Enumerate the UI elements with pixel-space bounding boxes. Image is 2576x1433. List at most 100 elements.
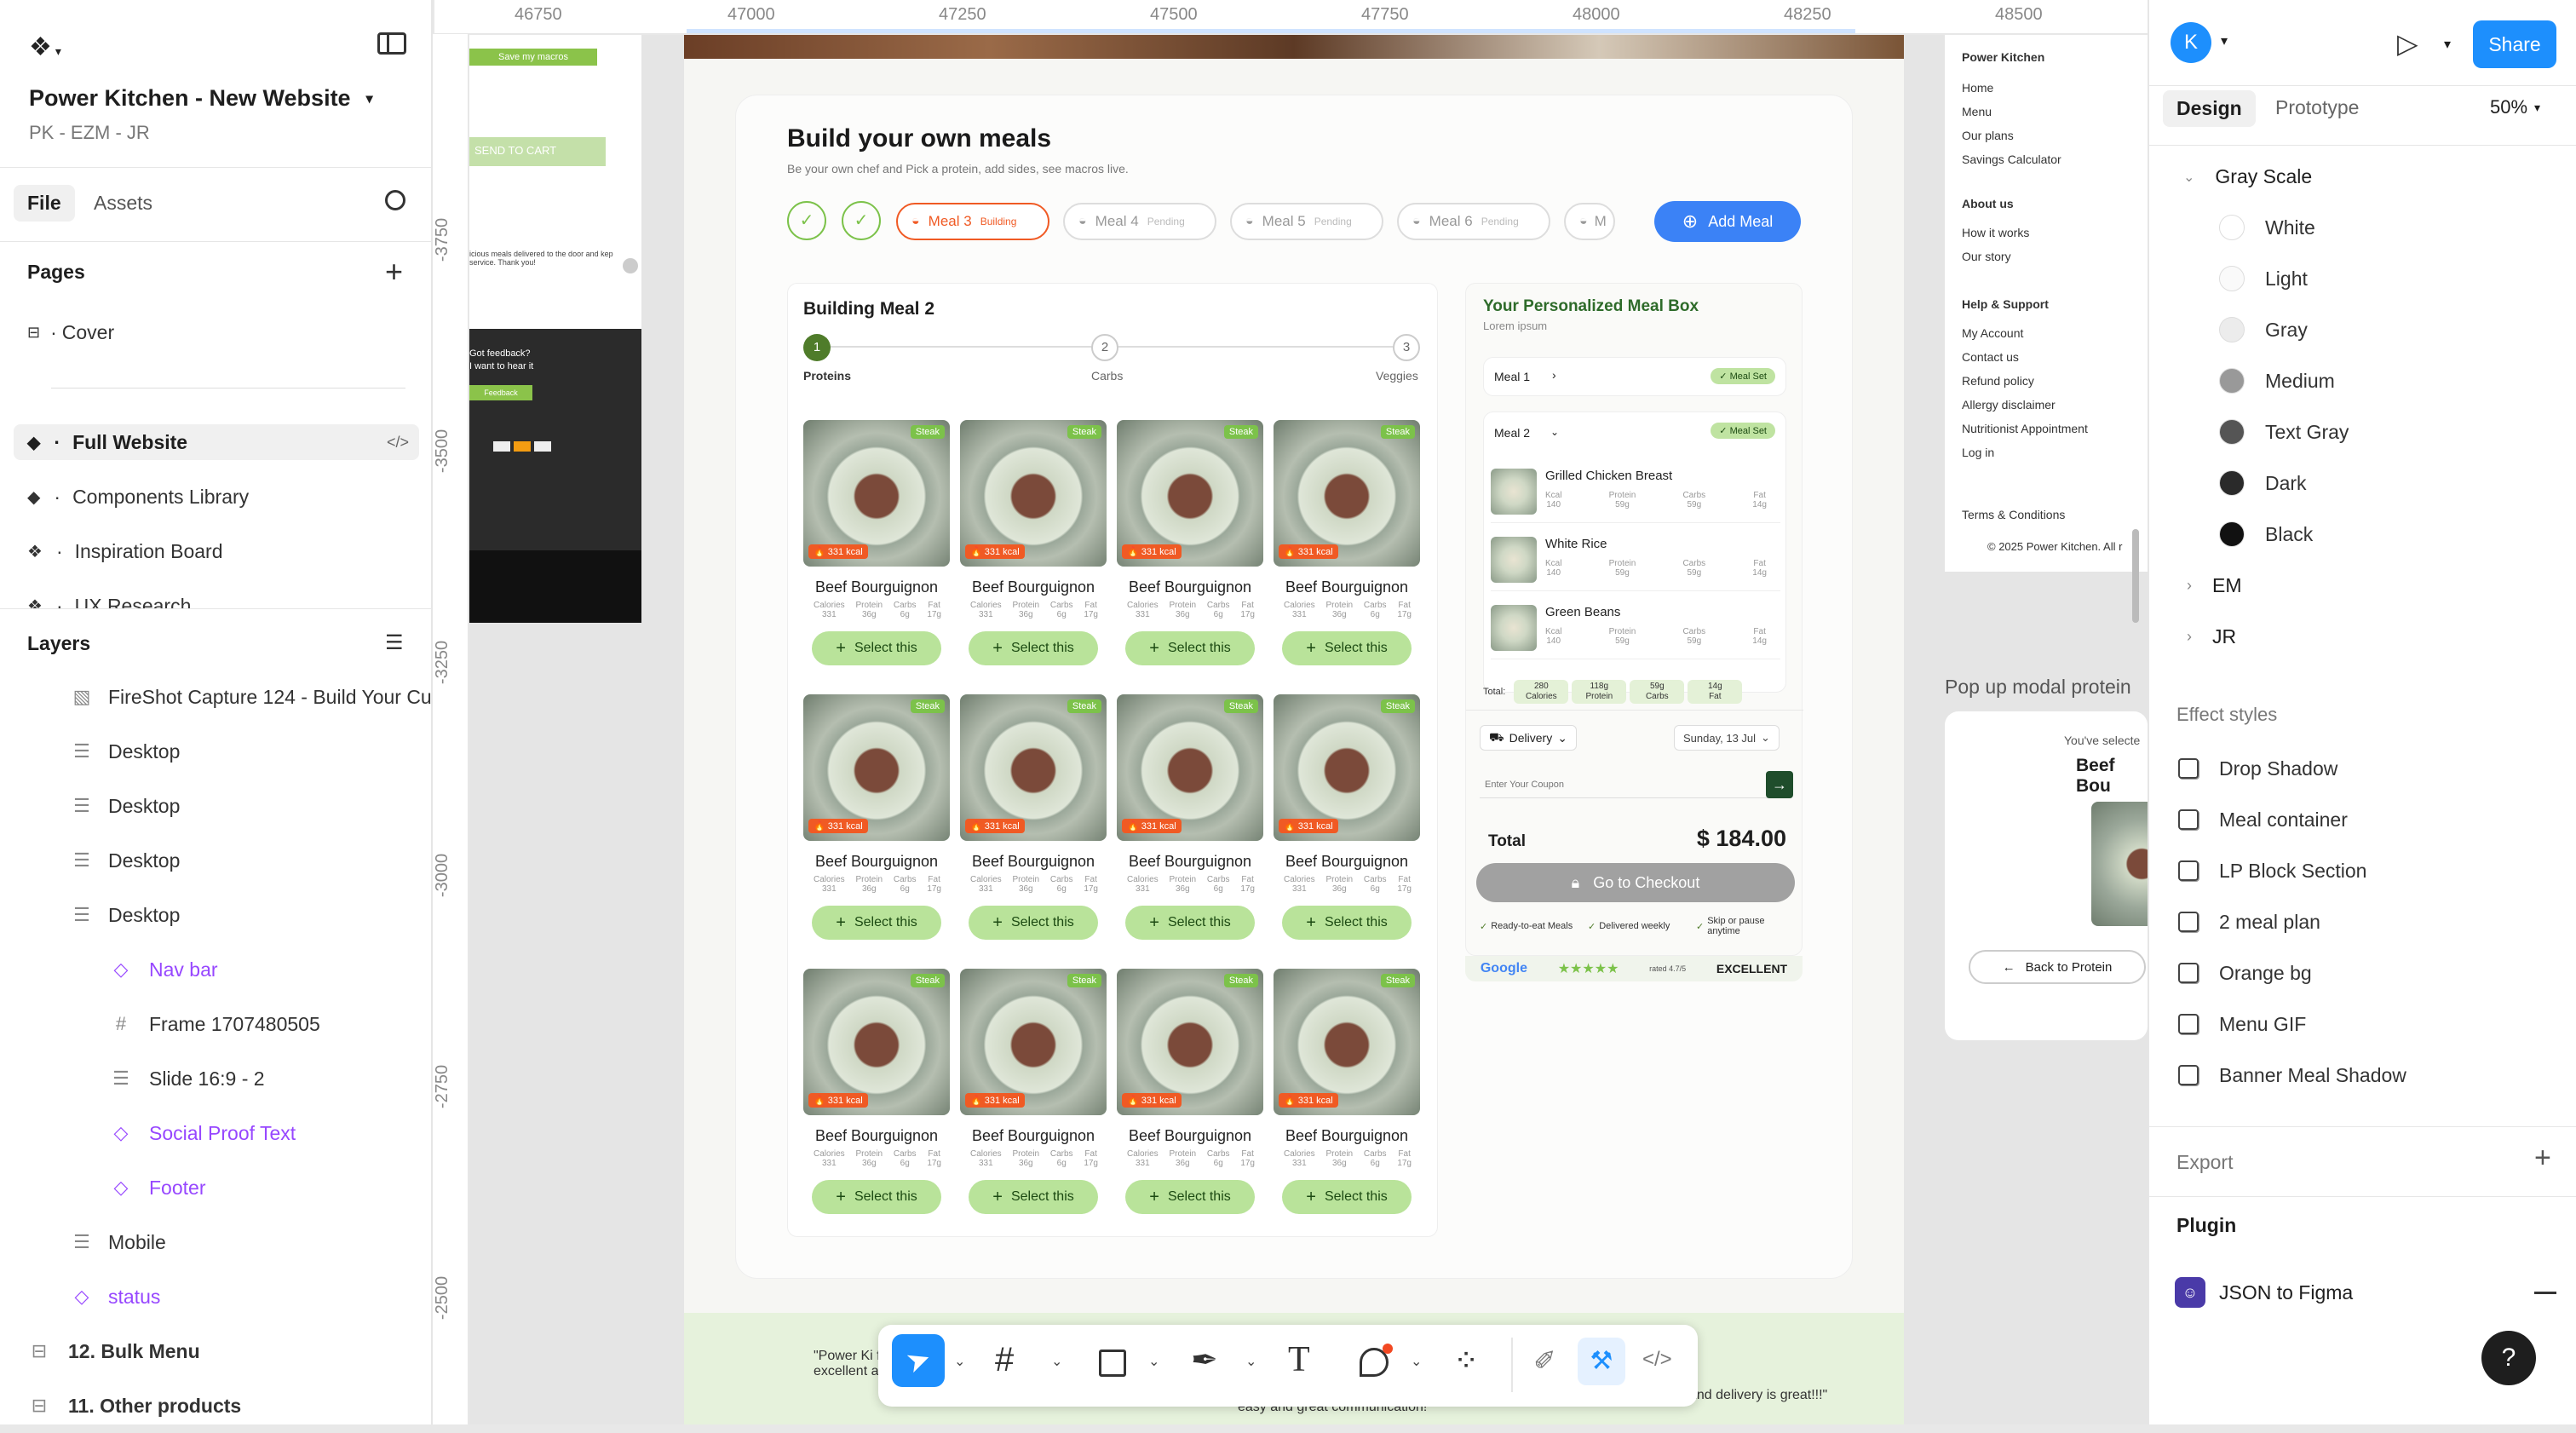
color-swatch[interactable]: [2219, 266, 2245, 291]
delivery-dropdown[interactable]: ⛟ Delivery ⌄: [1480, 725, 1577, 751]
meal-2-block[interactable]: Meal 2 ⌄ ✓ Meal Set Grilled Chicken Brea…: [1483, 411, 1786, 693]
page-item-components-library[interactable]: ◆ · Components Library: [27, 486, 249, 509]
back-to-protein-button[interactable]: ← Back to Protein: [1969, 950, 2146, 984]
meal-4-pill[interactable]: ◒ Meal 4 Pending: [1063, 203, 1216, 240]
step-1[interactable]: 1: [803, 334, 831, 361]
sidebar-toggle-icon[interactable]: [377, 32, 406, 55]
select-this-button[interactable]: + Select this: [969, 631, 1098, 665]
layer-item[interactable]: ☰ Desktop: [0, 888, 433, 942]
play-icon[interactable]: ▷: [2397, 27, 2418, 60]
effect-style-name[interactable]: 2 meal plan: [2219, 911, 2320, 934]
share-button[interactable]: Share: [2473, 20, 2556, 68]
meal-2-done[interactable]: ✓: [842, 201, 881, 240]
select-this-button[interactable]: + Select this: [812, 631, 941, 665]
color-style-name[interactable]: Medium: [2265, 370, 2335, 393]
zoom-dropdown[interactable]: 50% ▾: [2490, 96, 2540, 118]
layer-item[interactable]: ☰ Mobile: [0, 1215, 433, 1269]
save-macros-button[interactable]: Save my macros: [469, 49, 597, 66]
food-card[interactable]: Steak 🔥 331 kcal Beef Bourguignon Calories 3…: [1117, 694, 1263, 950]
footer-link[interactable]: Refund policy: [1962, 369, 2088, 393]
avatar[interactable]: K: [2171, 22, 2211, 63]
food-card[interactable]: Steak 🔥 331 kcal Beef Bourguignon Calories 3…: [1117, 420, 1263, 676]
food-card[interactable]: Steak 🔥 331 kcal Beef Bourguignon Calories 3…: [1274, 420, 1420, 676]
effect-style-name[interactable]: LP Block Section: [2219, 860, 2366, 883]
minus-icon[interactable]: [2534, 1292, 2556, 1294]
gray-scale-group[interactable]: ⌄ Gray Scale: [2183, 165, 2312, 188]
color-swatch[interactable]: [2219, 419, 2245, 445]
color-style-name[interactable]: Text Gray: [2265, 421, 2349, 444]
meal-1-row[interactable]: Meal 1 › ✓ Meal Set: [1483, 357, 1786, 396]
layer-item[interactable]: ◇ Footer: [0, 1160, 433, 1215]
food-card[interactable]: Steak 🔥 331 kcal Beef Bourguignon Calories 3…: [803, 694, 950, 950]
page-item-full-website[interactable]: ◆ · Full Website </>: [14, 424, 419, 460]
popup-frame[interactable]: You've selecte Beef Bou ← Back to Protein: [1945, 711, 2148, 1040]
canvas-scrollbar[interactable]: [2132, 529, 2139, 623]
layer-item[interactable]: ◇ Social Proof Text: [0, 1106, 433, 1160]
popup-frame-label[interactable]: Pop up modal protein: [1945, 676, 2131, 699]
layers-list-icon[interactable]: ☰: [385, 630, 404, 655]
select-this-button[interactable]: + Select this: [1282, 631, 1412, 665]
select-this-button[interactable]: + Select this: [1125, 1180, 1255, 1214]
actions-tool[interactable]: ⁘: [1453, 1343, 1479, 1378]
chevron-down-icon[interactable]: ▾: [2221, 32, 2228, 49]
footer-link[interactable]: How it works: [1962, 221, 2029, 245]
footer-link[interactable]: Our story: [1962, 245, 2029, 268]
select-this-button[interactable]: + Select this: [1125, 906, 1255, 940]
food-card[interactable]: Steak 🔥 331 kcal Beef Bourguignon Calories 3…: [1274, 694, 1420, 950]
footer-link[interactable]: Menu: [1962, 100, 2061, 124]
meal-1-done[interactable]: ✓: [787, 201, 826, 240]
effect-style-name[interactable]: Drop Shadow: [2219, 757, 2337, 780]
pen-tool[interactable]: ✒: [1191, 1341, 1218, 1379]
mobile-frame-partial[interactable]: Save my macros SEND TO CART icious meals…: [469, 35, 641, 623]
select-this-button[interactable]: + Select this: [812, 1180, 941, 1214]
chevron-down-icon[interactable]: ▾: [366, 90, 373, 107]
footer-link[interactable]: My Account: [1962, 321, 2088, 345]
color-style-name[interactable]: Gray: [2265, 319, 2308, 342]
layer-item[interactable]: ◇ Nav bar: [0, 942, 433, 997]
jr-group[interactable]: › JR: [2187, 625, 2236, 648]
food-card[interactable]: Steak 🔥 331 kcal Beef Bourguignon Calories 3…: [803, 969, 950, 1224]
add-page-icon[interactable]: +: [385, 254, 403, 290]
effect-style-name[interactable]: Meal container: [2219, 809, 2348, 832]
meal-5-pill[interactable]: ◒ Meal 5 Pending: [1230, 203, 1383, 240]
date-dropdown[interactable]: Sunday, 13 Jul ⌄: [1674, 725, 1780, 751]
footer-link[interactable]: Allergy disclaimer: [1962, 393, 2088, 417]
food-card[interactable]: Steak 🔥 331 kcal Beef Bourguignon Calories 3…: [803, 420, 950, 676]
color-style-name[interactable]: Black: [2265, 523, 2313, 546]
step-2[interactable]: 2: [1091, 334, 1118, 361]
feedback-button[interactable]: Feedback: [469, 385, 532, 400]
desktop-frame[interactable]: Build your own meals Be your own chef an…: [684, 35, 1904, 1424]
comment-tool[interactable]: [1360, 1344, 1393, 1377]
select-this-button[interactable]: + Select this: [969, 906, 1098, 940]
add-export-icon[interactable]: +: [2534, 1142, 2551, 1175]
layer-item[interactable]: ⊟ 11. Other products: [0, 1378, 433, 1433]
color-swatch[interactable]: [2219, 470, 2245, 496]
layer-item[interactable]: ☰ Desktop: [0, 724, 433, 779]
effect-style-name[interactable]: Banner Meal Shadow: [2219, 1064, 2406, 1087]
rectangle-tool[interactable]: [1099, 1350, 1126, 1377]
select-this-button[interactable]: + Select this: [1125, 631, 1255, 665]
color-style-name[interactable]: Dark: [2265, 472, 2307, 495]
meal-7-pill[interactable]: ◒ M: [1564, 203, 1615, 240]
color-swatch[interactable]: [2219, 368, 2245, 394]
add-meal-button[interactable]: ⊕ Add Meal: [1654, 201, 1801, 242]
page-item-ux-research[interactable]: ❖ · UX Research: [27, 595, 191, 608]
plugin-name[interactable]: JSON to Figma: [2219, 1281, 2353, 1304]
footer-link[interactable]: Contact us: [1962, 345, 2088, 369]
footer-link[interactable]: Nutritionist Appointment: [1962, 417, 2088, 440]
color-swatch[interactable]: [2219, 521, 2245, 547]
chevron-down-icon[interactable]: ⌄: [1148, 1353, 1159, 1370]
food-card[interactable]: Steak 🔥 331 kcal Beef Bourguignon Calories 3…: [1274, 969, 1420, 1224]
canvas[interactable]: Save my macros SEND TO CART icious meals…: [469, 35, 2148, 1424]
footer-link[interactable]: Terms & Conditions: [1962, 508, 2065, 521]
select-this-button[interactable]: + Select this: [812, 906, 941, 940]
color-swatch[interactable]: [2219, 215, 2245, 240]
color-style-name[interactable]: Light: [2265, 268, 2308, 291]
select-this-button[interactable]: + Select this: [969, 1180, 1098, 1214]
figma-menu-icon[interactable]: ❖ ▾: [29, 32, 61, 62]
help-button[interactable]: ?: [2481, 1331, 2536, 1385]
chevron-down-icon[interactable]: ⌄: [954, 1353, 965, 1370]
chevron-down-icon[interactable]: ⌄: [1245, 1353, 1256, 1370]
footer-frame[interactable]: Power Kitchen Home Menu Our plans Savings C…: [1945, 35, 2148, 572]
tab-assets[interactable]: Assets: [94, 192, 152, 215]
